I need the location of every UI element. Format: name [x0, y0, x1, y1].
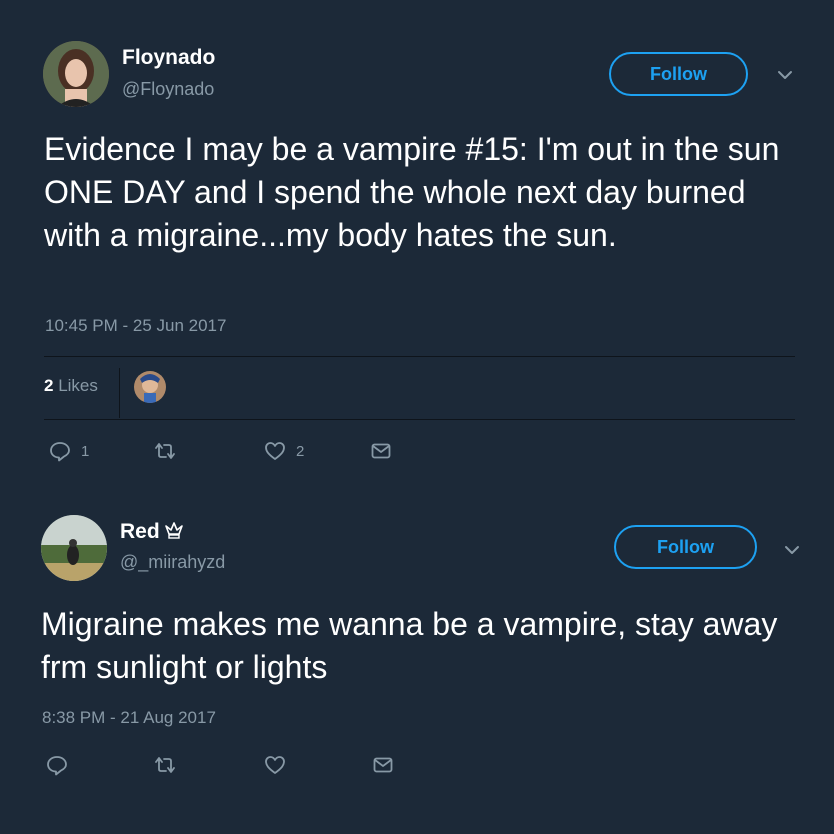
heart-icon: [265, 442, 285, 460]
display-name[interactable]: Red: [120, 519, 185, 544]
timestamp[interactable]: 10:45 PM - 25 Jun 2017: [45, 316, 226, 336]
handle[interactable]: @Floynado: [122, 79, 214, 100]
chevron-down-icon[interactable]: [775, 65, 795, 85]
like-count: 2: [296, 442, 305, 460]
follow-button[interactable]: Follow: [609, 52, 748, 96]
handle[interactable]: @_miirahyzd: [120, 552, 225, 573]
retweet-action[interactable]: [154, 754, 176, 776]
avatar-image: [41, 515, 107, 581]
heart-icon: [265, 756, 285, 774]
avatar[interactable]: [43, 41, 109, 107]
likes-number: 2: [44, 376, 54, 395]
tweet: Floynado @Floynado Follow Evidence I may…: [0, 0, 834, 480]
reply-action[interactable]: [46, 754, 68, 776]
envelope-icon: [371, 443, 391, 459]
timestamp[interactable]: 8:38 PM - 21 Aug 2017: [42, 708, 216, 728]
like-action[interactable]: [264, 754, 286, 776]
message-action[interactable]: [372, 754, 394, 776]
chevron-down-icon[interactable]: [782, 540, 802, 560]
reply-icon: [47, 756, 67, 776]
reply-icon: [50, 442, 70, 462]
display-name-text: Red: [120, 520, 160, 543]
divider: [44, 419, 795, 420]
reply-action[interactable]: 1: [49, 440, 89, 462]
avatar[interactable]: [41, 515, 107, 581]
avatar-image: [43, 41, 109, 107]
tweet-text: Evidence I may be a vampire #15: I'm out…: [44, 131, 789, 253]
envelope-icon: [373, 757, 393, 773]
reply-count: 1: [81, 442, 90, 460]
tweet-text: Migraine makes me wanna be a vampire, st…: [41, 606, 787, 685]
divider: [44, 356, 795, 357]
tweet: Red @_miirahyzd Follow Migraine makes me…: [0, 505, 834, 834]
liker-avatar[interactable]: [134, 371, 166, 403]
follow-button[interactable]: Follow: [614, 525, 757, 569]
crown-icon: [164, 522, 183, 539]
retweet-icon: [155, 443, 175, 459]
liker-avatar-image: [134, 371, 166, 403]
message-action[interactable]: [370, 440, 392, 462]
likes-count[interactable]: 2 Likes: [44, 376, 98, 396]
retweet-icon: [155, 757, 175, 773]
divider: [119, 368, 120, 418]
likes-label: Likes: [58, 376, 98, 395]
retweet-action[interactable]: [154, 440, 176, 462]
like-action[interactable]: 2: [264, 440, 304, 462]
display-name[interactable]: Floynado: [122, 46, 215, 70]
